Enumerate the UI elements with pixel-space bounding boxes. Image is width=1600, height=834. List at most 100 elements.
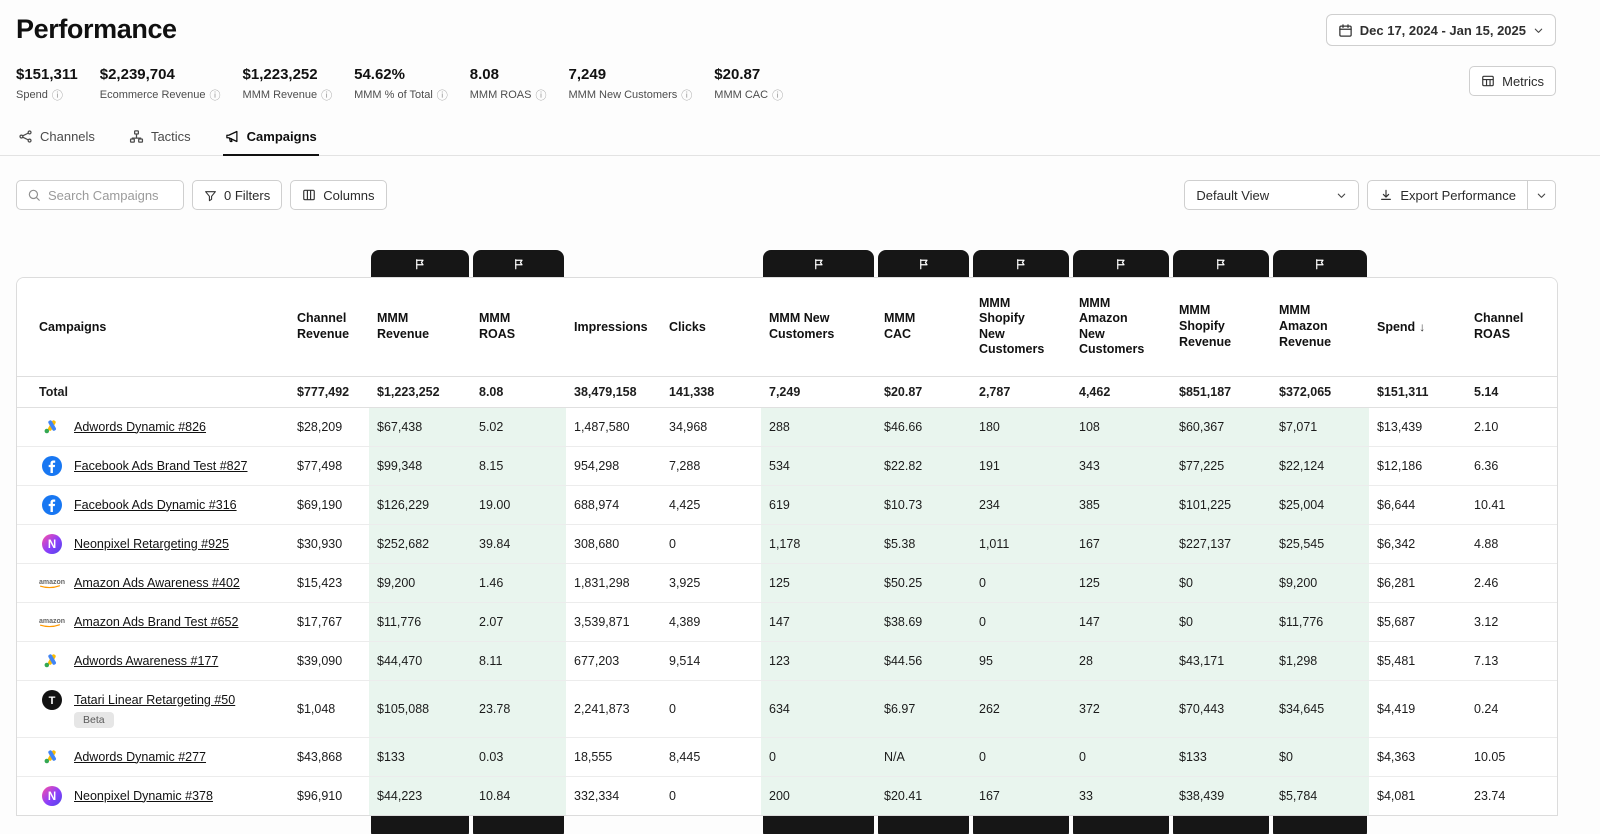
kpi-label: MMM CAC ⓘ [714, 87, 784, 103]
mmm-flag-icon [414, 258, 426, 270]
col-header-mmm_shopify_new_customers[interactable]: MMM Shopify New Customers [971, 278, 1071, 377]
kpi-label: MMM Revenue ⓘ [242, 87, 333, 103]
campaign-link[interactable]: Neonpixel Dynamic #378 [74, 789, 213, 803]
filters-button-label: 0 Filters [224, 187, 271, 203]
col-header-mmm_shopify_revenue[interactable]: MMM Shopify Revenue [1171, 278, 1271, 377]
mmm-flag-icon [513, 258, 525, 270]
cell-impressions: 308,680 [566, 523, 661, 563]
campaign-link[interactable]: Facebook Ads Dynamic #316 [74, 498, 237, 512]
sort-desc-icon: ↓ [1419, 319, 1426, 334]
tab-bar: Channels Tactics Campaigns [16, 129, 1584, 156]
col-header-mmm_amazon_new_customers[interactable]: MMM Amazon New Customers [1071, 278, 1171, 377]
cell-impressions: 332,334 [566, 775, 661, 815]
total-value: $777,492 [289, 376, 369, 408]
cell-mmm_shopify_new_customers: 95 [971, 640, 1071, 680]
mmm-column-badge-cap [1073, 815, 1169, 834]
col-header-mmm_amazon_revenue[interactable]: MMM Amazon Revenue [1271, 278, 1369, 377]
mmm-column-badge[interactable] [878, 250, 969, 277]
mmm-column-badge[interactable] [1273, 250, 1367, 277]
campaign-link[interactable]: Adwords Dynamic #826 [74, 420, 206, 434]
kpi-row: $151,311 Spend ⓘ $2,239,704 Ecommerce Revenu… [16, 66, 783, 103]
filters-button[interactable]: 0 Filters [192, 180, 283, 210]
cell-channel_roas: 7.13 [1466, 640, 1557, 680]
tab-label: Channels [40, 129, 95, 144]
info-icon[interactable]: ⓘ [437, 87, 448, 103]
col-header-channel_revenue[interactable]: Channel Revenue [289, 278, 369, 377]
kpi-value: $151,311 [16, 66, 78, 83]
cell-mmm_revenue: $133 [369, 736, 471, 776]
cell-mmm_new_customers: 634 [761, 679, 876, 737]
beta-badge: Beta [74, 711, 114, 728]
channels-icon [18, 129, 33, 144]
export-button-label: Export Performance [1400, 187, 1516, 203]
cell-mmm_roas: 10.84 [471, 775, 566, 815]
search-input[interactable] [48, 187, 173, 203]
info-icon[interactable]: ⓘ [210, 87, 221, 103]
campaign-link[interactable]: Adwords Awareness #177 [74, 654, 218, 668]
cell-mmm_amazon_new_customers: 28 [1071, 640, 1171, 680]
campaign-link[interactable]: Facebook Ads Brand Test #827 [74, 459, 248, 473]
col-header-name[interactable]: Campaigns [17, 278, 289, 377]
table-row: N Neonpixel Retargeting #925 $30,930 $252,6… [17, 523, 1557, 563]
col-header-mmm_cac[interactable]: MMM CAC [876, 278, 971, 377]
info-icon[interactable]: ⓘ [321, 87, 332, 103]
table-row: amazon Amazon Ads Awareness #402 $15,423 $9… [17, 562, 1557, 602]
google-ads-icon [39, 417, 65, 437]
tab-channels[interactable]: Channels [16, 129, 97, 155]
info-icon[interactable]: ⓘ [52, 87, 63, 103]
cell-mmm_amazon_new_customers: 147 [1071, 601, 1171, 641]
cell-channel_revenue: $15,423 [289, 562, 369, 602]
campaign-link[interactable]: Adwords Dynamic #277 [74, 750, 206, 764]
info-icon[interactable]: ⓘ [536, 87, 547, 103]
date-range-picker[interactable]: Dec 17, 2024 - Jan 15, 2025 [1325, 14, 1556, 46]
tab-tactics[interactable]: Tactics [127, 129, 193, 155]
mmm-column-badge-cap [473, 815, 564, 834]
mmm-column-badge[interactable] [763, 250, 874, 277]
info-icon[interactable]: ⓘ [681, 87, 692, 103]
svg-text:amazon: amazon [39, 579, 65, 586]
campaign-link[interactable]: Amazon Ads Brand Test #652 [74, 615, 238, 629]
tab-campaigns[interactable]: Campaigns [222, 129, 319, 156]
col-header-mmm_revenue[interactable]: MMM Revenue [369, 278, 471, 377]
col-header-channel_roas[interactable]: Channel ROAS [1466, 278, 1557, 377]
campaign-link[interactable]: Amazon Ads Awareness #402 [74, 576, 240, 590]
col-header-spend[interactable]: Spend ↓ [1369, 278, 1466, 377]
col-header-clicks[interactable]: Clicks [661, 278, 761, 377]
view-select[interactable]: Default View [1184, 180, 1360, 210]
kpi-label: MMM % of Total ⓘ [354, 87, 448, 103]
cell-channel_roas: 6.36 [1466, 445, 1557, 485]
mmm-column-badge[interactable] [371, 250, 469, 277]
total-value: $851,187 [1171, 376, 1271, 408]
cell-mmm_revenue: $99,348 [369, 445, 471, 485]
col-header-impressions[interactable]: Impressions [566, 278, 661, 377]
campaign-link[interactable]: Tatari Linear Retargeting #50 [74, 693, 235, 707]
cell-channel_roas: 2.10 [1466, 406, 1557, 446]
cell-channel_roas: 23.74 [1466, 775, 1557, 815]
kpi-5: 7,249 MMM New Customers ⓘ [569, 66, 693, 103]
kpi-value: 8.08 [469, 66, 499, 83]
mmm-column-badge[interactable] [1173, 250, 1269, 277]
table-row: N Neonpixel Dynamic #378 $96,910 $44,223 10.… [17, 775, 1557, 815]
metrics-button[interactable]: Metrics [1469, 66, 1556, 96]
cell-mmm_amazon_revenue: $7,071 [1271, 406, 1369, 446]
campaign-link[interactable]: Neonpixel Retargeting #925 [74, 537, 229, 551]
table-row: T Tatari Linear Retargeting #50 Beta $1,048… [17, 679, 1557, 737]
cell-channel_revenue: $96,910 [289, 775, 369, 815]
mmm-column-badge[interactable] [973, 250, 1069, 277]
kpi-3: 54.62% MMM % of Total ⓘ [354, 66, 448, 103]
cell-mmm_shopify_new_customers: 180 [971, 406, 1071, 446]
mmm-column-badge[interactable] [473, 250, 564, 277]
info-icon[interactable]: ⓘ [772, 87, 783, 103]
col-header-mmm_roas[interactable]: MMM ROAS [471, 278, 566, 377]
cell-mmm_cac: $46.66 [876, 406, 971, 446]
cell-impressions: 688,974 [566, 484, 661, 524]
metrics-icon [1481, 74, 1495, 88]
cell-mmm_amazon_new_customers: 125 [1071, 562, 1171, 602]
export-performance-button[interactable]: Export Performance [1367, 180, 1528, 210]
columns-icon [302, 188, 316, 202]
col-header-mmm_new_customers[interactable]: MMM New Customers [761, 278, 876, 377]
kpi-label: Spend ⓘ [16, 87, 63, 103]
columns-button[interactable]: Columns [290, 180, 387, 210]
mmm-column-badge[interactable] [1073, 250, 1169, 277]
export-options-button[interactable] [1528, 180, 1556, 210]
